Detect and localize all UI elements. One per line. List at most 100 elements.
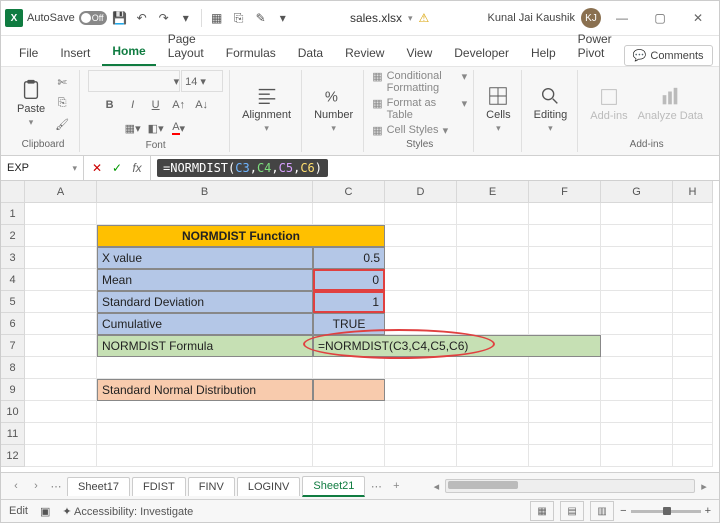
select-all-corner[interactable] [1, 181, 25, 203]
cell-title[interactable]: NORMDIST Function [97, 225, 385, 247]
borders-icon[interactable]: ▦▾ [122, 118, 144, 138]
cell[interactable] [313, 379, 385, 401]
cell[interactable] [529, 225, 601, 247]
cell[interactable] [25, 445, 97, 467]
cell[interactable] [385, 423, 457, 445]
alignment-button[interactable]: Alignment▾ [238, 83, 295, 136]
cell[interactable] [385, 379, 457, 401]
scroll-left-icon[interactable]: ◂ [427, 480, 445, 493]
row-header[interactable]: 2 [1, 225, 25, 247]
cell[interactable] [457, 357, 529, 379]
format-as-table-button[interactable]: ▦ Format as Table ▾ [372, 97, 467, 121]
undo-icon[interactable]: ↶ [133, 9, 151, 27]
col-header[interactable]: C [313, 181, 385, 203]
cell[interactable] [529, 423, 601, 445]
tab-file[interactable]: File [9, 40, 48, 66]
tab-page-layout[interactable]: Page Layout [158, 26, 214, 66]
filename[interactable]: sales.xlsx ▾ ⚠ [296, 11, 484, 25]
cell[interactable] [601, 313, 673, 335]
macro-record-icon[interactable]: ▣ [40, 505, 50, 518]
cell[interactable] [97, 401, 313, 423]
sheet-nav-next[interactable]: › [27, 480, 45, 492]
cell[interactable] [385, 247, 457, 269]
qat-more-icon[interactable]: ▾ [177, 9, 195, 27]
cell[interactable] [25, 423, 97, 445]
cell[interactable] [457, 269, 529, 291]
cell[interactable] [385, 313, 457, 335]
cell[interactable] [25, 247, 97, 269]
cell[interactable]: Standard Normal Distribution [97, 379, 313, 401]
cell[interactable] [457, 203, 529, 225]
cell[interactable] [97, 203, 313, 225]
cell[interactable] [601, 357, 673, 379]
conditional-formatting-button[interactable]: ▦ Conditional Formatting ▾ [372, 70, 467, 94]
sheet-tab[interactable]: LOGINV [237, 477, 301, 496]
cell[interactable] [25, 225, 97, 247]
cell[interactable]: Mean [97, 269, 313, 291]
new-sheet-button[interactable]: + [387, 480, 405, 492]
cell[interactable] [529, 269, 601, 291]
sheet-tab-active[interactable]: Sheet21 [302, 476, 365, 497]
sheet-tab[interactable]: FINV [188, 477, 235, 496]
row-header[interactable]: 10 [1, 401, 25, 423]
cell[interactable] [673, 247, 713, 269]
cancel-button[interactable]: ✕ [88, 159, 106, 177]
redo-icon[interactable]: ↷ [155, 9, 173, 27]
cell[interactable] [385, 291, 457, 313]
addins-button[interactable]: Add-ins [586, 84, 631, 124]
scroll-right-icon[interactable]: ▸ [695, 480, 713, 493]
col-header[interactable]: F [529, 181, 601, 203]
number-format-button[interactable]: % Number▾ [310, 83, 357, 136]
cell[interactable] [313, 357, 385, 379]
cell[interactable]: TRUE [313, 313, 385, 335]
cell[interactable] [385, 357, 457, 379]
tab-help[interactable]: Help [521, 40, 566, 66]
cell[interactable] [601, 269, 673, 291]
paste-button[interactable]: Paste ▾ [13, 77, 49, 130]
col-header[interactable]: B [97, 181, 313, 203]
zoom-in-button[interactable]: + [705, 505, 711, 517]
cell[interactable] [313, 445, 385, 467]
tab-formulas[interactable]: Formulas [216, 40, 286, 66]
sheet-more[interactable]: ⋯ [47, 480, 65, 493]
row-header[interactable]: 12 [1, 445, 25, 467]
cell[interactable] [601, 203, 673, 225]
decrease-font-icon[interactable]: A↓ [191, 95, 213, 115]
font-color-icon[interactable]: A▾ [168, 118, 190, 138]
scroll-thumb[interactable] [448, 481, 518, 489]
cell[interactable]: NORMDIST Formula [97, 335, 313, 357]
cell[interactable]: Standard Deviation [97, 291, 313, 313]
row-header[interactable]: 1 [1, 203, 25, 225]
cell[interactable] [313, 423, 385, 445]
cell[interactable] [673, 357, 713, 379]
cell[interactable] [25, 203, 97, 225]
fill-color-icon[interactable]: ◧▾ [145, 118, 167, 138]
tab-review[interactable]: Review [335, 40, 394, 66]
user-account[interactable]: Kunal Jai Kaushik KJ [488, 8, 601, 28]
enter-button[interactable]: ✓ [108, 159, 126, 177]
row-header[interactable]: 4 [1, 269, 25, 291]
cell[interactable] [457, 313, 529, 335]
cell[interactable] [529, 445, 601, 467]
col-header[interactable]: E [457, 181, 529, 203]
sheet-tab[interactable]: FDIST [132, 477, 186, 496]
cell[interactable] [673, 269, 713, 291]
horizontal-scrollbar[interactable]: ◂ ▸ [427, 479, 713, 493]
cell[interactable] [25, 379, 97, 401]
font-size-combo[interactable]: 14 ▾ [181, 70, 223, 92]
underline-button[interactable]: U [145, 95, 167, 115]
cell[interactable] [25, 269, 97, 291]
cell[interactable] [601, 401, 673, 423]
cell[interactable] [529, 313, 601, 335]
cell[interactable] [601, 379, 673, 401]
col-header[interactable]: D [385, 181, 457, 203]
cell[interactable] [601, 225, 673, 247]
font-name-combo[interactable]: ▾ [88, 70, 180, 92]
qat-btn-2[interactable]: ⎘ [230, 9, 248, 27]
row-header[interactable]: 8 [1, 357, 25, 379]
fx-button[interactable]: fx [128, 159, 146, 177]
qat-btn-1[interactable]: ▦ [208, 9, 226, 27]
autosave-switch[interactable]: Off [79, 11, 107, 25]
zoom-slider[interactable] [631, 510, 701, 513]
cell[interactable] [673, 445, 713, 467]
